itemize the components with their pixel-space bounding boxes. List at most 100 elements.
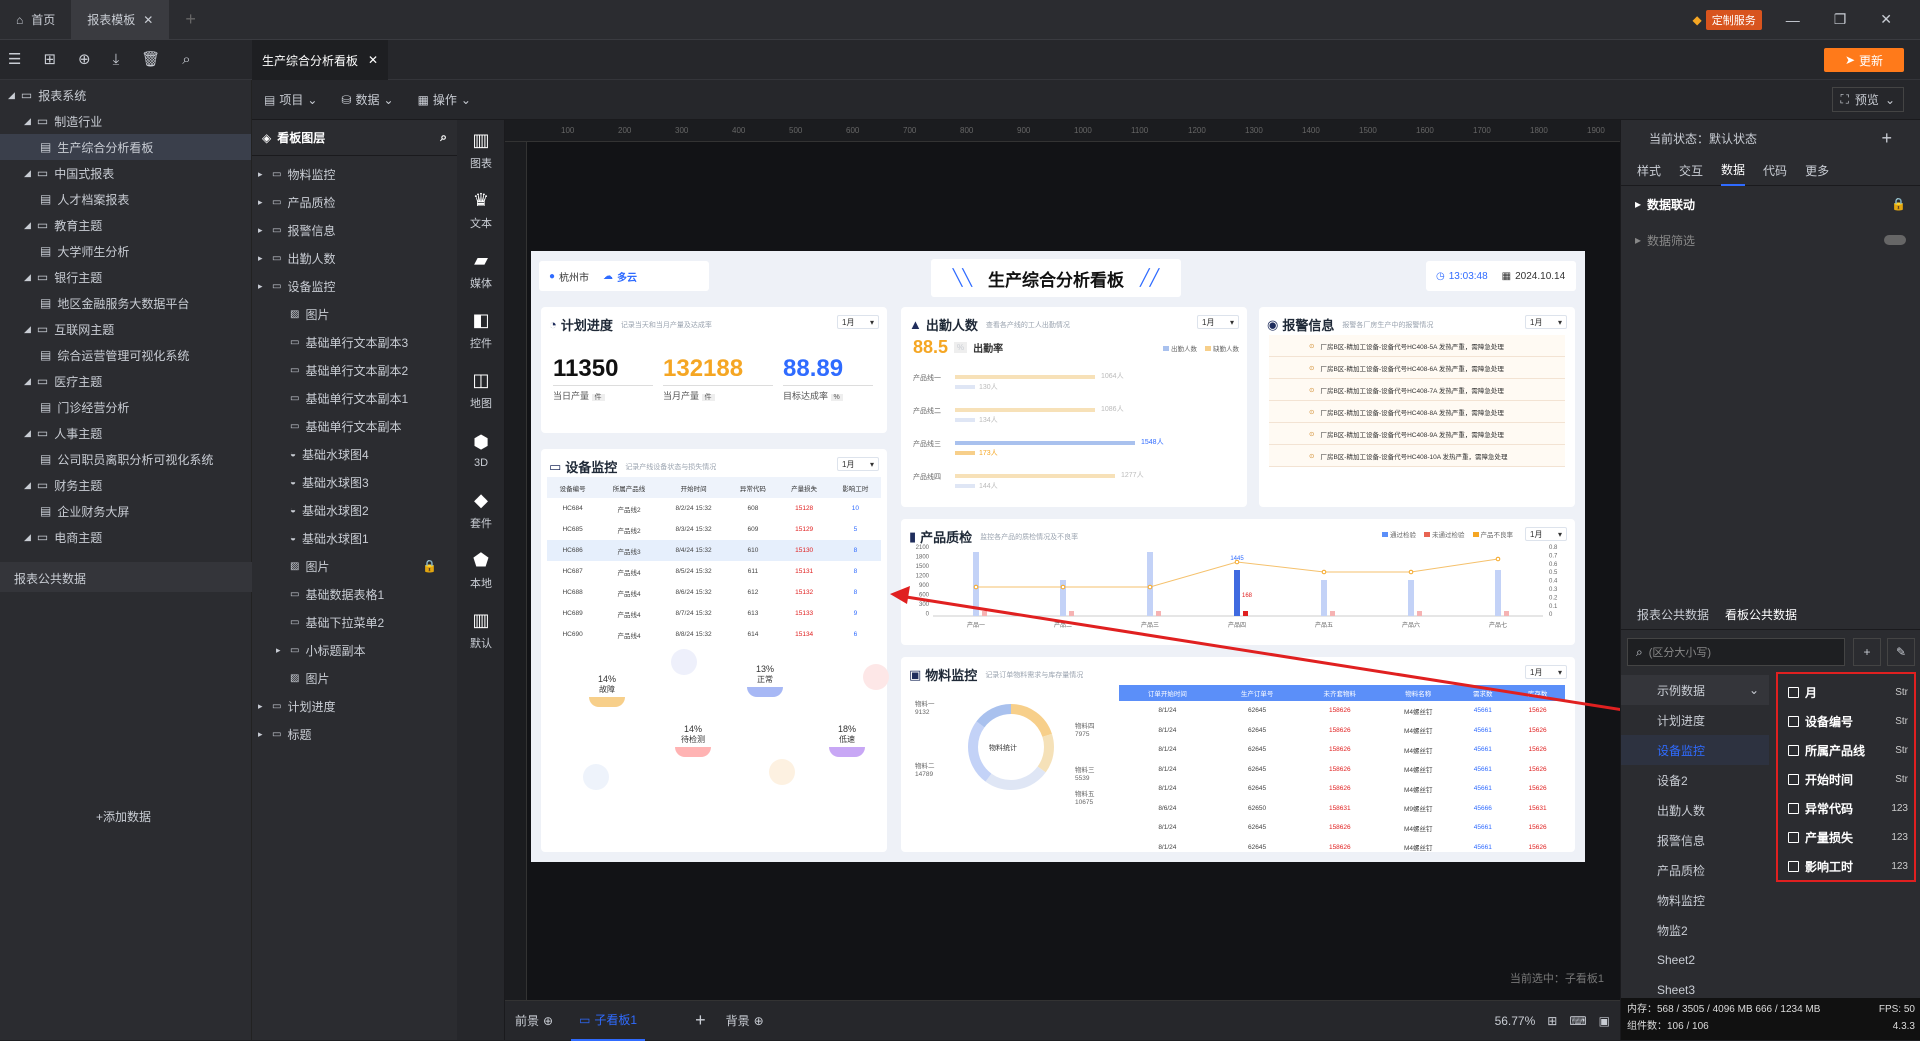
alarm-item[interactable]: ⊙ 厂房B区-精加工设备-设备代号HC408-10A 发热严重，需障急处理 bbox=[1269, 445, 1565, 467]
tree-item[interactable]: ◢ ▭ 制造行业 bbox=[0, 108, 251, 134]
lock-icon[interactable]: 🔒 bbox=[422, 559, 437, 573]
field-item[interactable]: 设备编号 Str bbox=[1778, 707, 1914, 736]
table-row[interactable]: HC687 产品线4 8/5/24 15:32 611 15131 8 bbox=[547, 561, 881, 582]
menu-operate[interactable]: ▦ 操作 ⌄ bbox=[418, 91, 471, 108]
layer-item[interactable]: ◒ 基础水球图4 bbox=[252, 440, 457, 468]
tree-item[interactable]: ▤ 企业财务大屏 bbox=[0, 498, 251, 524]
layer-item[interactable]: ▭ 基础单行文本副本1 bbox=[252, 384, 457, 412]
layer-item[interactable]: ▨ 图片 bbox=[252, 300, 457, 328]
checkbox[interactable] bbox=[1788, 716, 1799, 727]
layer-item[interactable]: ◒ 基础水球图2 bbox=[252, 496, 457, 524]
checkbox[interactable] bbox=[1788, 803, 1799, 814]
custom-service[interactable]: ◆ 定制服务 bbox=[1692, 9, 1762, 30]
rail-5[interactable]: ⬢ 3D bbox=[457, 420, 505, 480]
data-linkage[interactable]: ▸ 数据联动 🔒 bbox=[1621, 186, 1920, 222]
new-folder-icon[interactable]: ⊞ bbox=[43, 50, 56, 68]
tree-item[interactable]: ◢ ▭ 银行主题 bbox=[0, 264, 251, 290]
tree-item[interactable]: ◢ ▭ 报表系统 bbox=[0, 82, 251, 108]
layer-item[interactable]: ◒ 基础水球图3 bbox=[252, 468, 457, 496]
tree-item[interactable]: ◢ ▭ 教育主题 bbox=[0, 212, 251, 238]
menu-data[interactable]: ⛁ 数据 ⌄ bbox=[341, 91, 393, 108]
alarm-item[interactable]: ⊙ 厂房B区-精加工设备-设备代号HC408-7A 发热严重，需障急处理 bbox=[1269, 379, 1565, 401]
restore-icon[interactable]: ❐ bbox=[1834, 11, 1847, 28]
layer-item[interactable]: ▸ ▭ 物料监控 bbox=[252, 160, 457, 188]
add-board-button[interactable]: + bbox=[695, 1010, 706, 1031]
tree-item[interactable]: ◢ ▭ 财务主题 bbox=[0, 472, 251, 498]
field-item[interactable]: 影响工时 123 bbox=[1778, 852, 1914, 881]
layer-item[interactable]: ▭ 基础下拉菜单2 bbox=[252, 608, 457, 636]
zoom-level[interactable]: 56.77% bbox=[1495, 1014, 1536, 1028]
add-dataset-button[interactable]: + bbox=[1853, 638, 1881, 666]
table-row[interactable]: HC688 产品线4 8/6/24 15:32 612 15132 8 bbox=[547, 582, 881, 603]
equipment-card[interactable]: ▭ 设备监控 记录产线设备状态与损失情况 1月 ▾ 设备编号 所属产品线 开始时间 异常代码… bbox=[541, 449, 889, 852]
field-item[interactable]: 所属产品线 Str bbox=[1778, 736, 1914, 765]
data-filter[interactable]: ▸ 数据筛选 bbox=[1621, 222, 1920, 258]
tree-item[interactable]: ◢ ▭ 医疗主题 bbox=[0, 368, 251, 394]
dataset-item[interactable]: Sheet2 bbox=[1621, 945, 1769, 975]
tree-item[interactable]: ◢ ▭ 中国式报表 bbox=[0, 160, 251, 186]
field-search[interactable]: ⌕ (区分大小写) bbox=[1627, 638, 1845, 666]
tab-board-public[interactable]: 看板公共数据 bbox=[1725, 606, 1797, 623]
rail-0[interactable]: ▥ 图表 bbox=[457, 120, 505, 180]
layer-item[interactable]: ▭ 基础单行文本副本 bbox=[252, 412, 457, 440]
month-select[interactable]: 1月 ▾ bbox=[837, 315, 879, 329]
alarm-item[interactable]: ⊙ 厂房B区-精加工设备-设备代号HC408-9A 发热严重，需障急处理 bbox=[1269, 423, 1565, 445]
dataset-item[interactable]: 设备监控 bbox=[1621, 735, 1769, 765]
close-icon[interactable]: ✕ bbox=[368, 53, 378, 67]
tree-item[interactable]: ▤ 地区金融服务大数据平台 bbox=[0, 290, 251, 316]
layer-item[interactable]: ▭ 基础单行文本副本2 bbox=[252, 356, 457, 384]
table-row[interactable]: HC686 产品线3 8/4/24 15:32 610 15130 8 bbox=[547, 540, 881, 561]
keyboard-icon[interactable]: ⌨ bbox=[1569, 1014, 1586, 1028]
layer-item[interactable]: ▸ ▭ 标题 bbox=[252, 720, 457, 748]
close-window-icon[interactable]: ✕ bbox=[1880, 11, 1892, 28]
tab-report-public[interactable]: 报表公共数据 bbox=[1637, 606, 1709, 623]
tab-0[interactable]: 样式 bbox=[1637, 156, 1661, 185]
checkbox[interactable] bbox=[1788, 774, 1799, 785]
layer-item[interactable]: ▸ ▭ 报警信息 bbox=[252, 216, 457, 244]
tab-report-template[interactable]: 报表模板 ✕ bbox=[71, 0, 170, 40]
table-row[interactable]: HC685 产品线2 8/3/24 15:32 609 15129 5 bbox=[547, 519, 881, 540]
month-select[interactable]: 1月 ▾ bbox=[1197, 315, 1239, 329]
month-select[interactable]: 1月 ▾ bbox=[1525, 315, 1567, 329]
table-row[interactable]: HC689 产品线4 8/7/24 15:32 613 15133 9 bbox=[547, 603, 881, 624]
plan-card[interactable]: ◔ 计划进度 记录当天和当月产量及达成率 11350 当日产量 件 132188 当… bbox=[541, 307, 887, 433]
menu-icon[interactable]: ☰ bbox=[8, 50, 21, 68]
alarm-item[interactable]: ⊙ 厂房B区-精加工设备-设备代号HC408-6A 发热严重，需障急处理 bbox=[1269, 357, 1565, 379]
tab-3[interactable]: 代码 bbox=[1763, 156, 1787, 185]
layer-item[interactable]: ▨ 图片 🔒 bbox=[252, 552, 457, 580]
table-row[interactable]: 8/6/24 62650 158631 M9螺丝钉 45666 15631 bbox=[1119, 799, 1565, 819]
layer-item[interactable]: ▭ 基础单行文本副本3 bbox=[252, 328, 457, 356]
terminal-icon[interactable]: ▣ bbox=[1599, 1014, 1610, 1028]
add-data-button[interactable]: +添加数据 bbox=[96, 808, 151, 825]
preview-button[interactable]: ⛶ 预览 ⌄ bbox=[1831, 87, 1904, 112]
field-item[interactable]: 开始时间 Str bbox=[1778, 765, 1914, 794]
dataset-item[interactable]: 物监2 bbox=[1621, 915, 1769, 945]
checkbox[interactable] bbox=[1788, 832, 1799, 843]
tree-item[interactable]: ▤ 生产综合分析看板 bbox=[0, 134, 251, 160]
dataset-item[interactable]: 设备2 bbox=[1621, 765, 1769, 795]
layer-item[interactable]: ▸ ▭ 产品质检 bbox=[252, 188, 457, 216]
fit-icon[interactable]: ⊞ bbox=[1547, 1014, 1557, 1028]
tab-home[interactable]: ⌂ 首页 bbox=[0, 0, 71, 40]
layer-item[interactable]: ▭ 基础数据表格1 bbox=[252, 580, 457, 608]
field-item[interactable]: 月 Str bbox=[1778, 678, 1914, 707]
rail-4[interactable]: ◫ 地图 bbox=[457, 360, 505, 420]
layer-item[interactable]: ▨ 图片 bbox=[252, 664, 457, 692]
rail-3[interactable]: ◧ 控件 bbox=[457, 300, 505, 360]
layer-item[interactable]: ▸ ▭ 计划进度 bbox=[252, 692, 457, 720]
tree-item[interactable]: ◢ ▭ 互联网主题 bbox=[0, 316, 251, 342]
menu-project[interactable]: ▤ 项目 ⌄ bbox=[264, 91, 317, 108]
delete-icon[interactable]: 🗑 bbox=[141, 50, 160, 68]
search-icon[interactable]: ⌕ bbox=[440, 130, 447, 145]
table-row[interactable]: 8/1/24 62645 158626 M4螺丝钉 45661 15626 bbox=[1119, 779, 1565, 799]
tree-item[interactable]: ▤ 公司职员离职分析可视化系统 bbox=[0, 446, 251, 472]
dataset-item[interactable]: 示例数据 ⌄ bbox=[1621, 675, 1769, 705]
rail-8[interactable]: ▥ 默认 bbox=[457, 600, 505, 660]
doc-tab[interactable]: 生产综合分析看板 ✕ bbox=[252, 40, 389, 80]
dataset-item[interactable]: 报警信息 bbox=[1621, 825, 1769, 855]
rail-2[interactable]: ▰ 媒体 bbox=[457, 240, 505, 300]
update-button[interactable]: ➤ 更新 bbox=[1824, 48, 1904, 72]
layer-item[interactable]: ◒ 基础水球图1 bbox=[252, 524, 457, 552]
download-icon[interactable]: ⤓ bbox=[113, 51, 120, 68]
checkbox[interactable] bbox=[1788, 687, 1799, 698]
